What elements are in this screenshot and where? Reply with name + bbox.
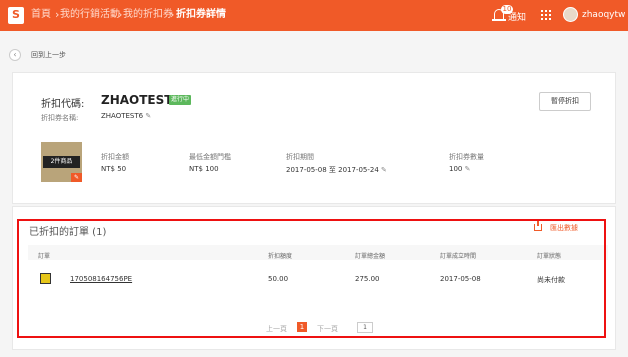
discount-amount-label: 折扣金額 (101, 153, 129, 161)
edit-pencil-icon[interactable]: ✎ (145, 112, 151, 120)
shopee-bag-icon[interactable]: S (8, 7, 24, 24)
breadcrumb-current: 折扣券詳情 (176, 9, 226, 20)
edit-pencil-icon[interactable]: ✎ (71, 173, 82, 182)
voucher-quantity-text: 100 (449, 165, 463, 173)
voucher-quantity-label: 折扣券數量 (449, 153, 484, 161)
notifications-link[interactable]: 通知 (508, 10, 526, 23)
breadcrumb-vouchers[interactable]: 我的折扣券 (123, 9, 173, 21)
breadcrumb-home[interactable]: 首頁 (31, 9, 51, 21)
logo-letter: S (12, 8, 20, 21)
username[interactable]: zhaoqytw (582, 10, 625, 20)
voucher-name-label: 折扣券名稱: (41, 114, 79, 122)
voucher-detail-card: 折扣代碼: ZHAOTEST6 進行中 折扣券名稱: ZHAOTEST6 ✎ 暫… (12, 72, 616, 204)
voucher-name-text: ZHAOTEST6 (101, 112, 144, 120)
stop-discount-button[interactable]: 暫停折扣 (539, 92, 591, 111)
back-link[interactable]: 回到上一步 (31, 50, 66, 60)
voucher-name: ZHAOTEST6 ✎ (101, 112, 151, 120)
highlight-box (17, 219, 606, 338)
min-spend: NT$ 100 (189, 165, 219, 173)
breadcrumb-separator: › (118, 8, 123, 21)
thumbnail-caption: 2件商品 (43, 156, 80, 168)
back-bar: ‹ 回到上一步 (0, 41, 628, 69)
voucher-quantity: 100 ✎ (449, 165, 470, 173)
back-arrow-icon[interactable]: ‹ (9, 49, 21, 61)
status-badge: 進行中 (169, 95, 192, 105)
bell-icon-base (492, 19, 506, 21)
breadcrumb-separator: › (170, 8, 175, 21)
top-navbar: S 首頁 › 我的行銷活動 › 我的折扣券 › 折扣券詳情 10 通知 zhao… (0, 0, 628, 31)
breadcrumb-separator: › (55, 8, 60, 21)
edit-pencil-icon[interactable]: ✎ (381, 166, 387, 174)
apps-grid-icon[interactable] (541, 10, 551, 20)
discount-period-label: 折扣期間 (286, 153, 314, 161)
breadcrumb-marketing[interactable]: 我的行銷活動 (60, 9, 120, 21)
product-thumbnail: 2件商品 ✎ (41, 142, 82, 182)
voucher-code-label: 折扣代碼: (41, 99, 85, 110)
discount-amount: NT$ 50 (101, 165, 127, 173)
discount-period-text: 2017-05-08 至 2017-05-24 (286, 166, 379, 174)
min-spend-label: 最低金額門檻 (189, 153, 231, 161)
edit-pencil-icon[interactable]: ✎ (465, 165, 471, 173)
discount-period: 2017-05-08 至 2017-05-24 ✎ (286, 165, 387, 175)
avatar[interactable] (563, 7, 578, 22)
